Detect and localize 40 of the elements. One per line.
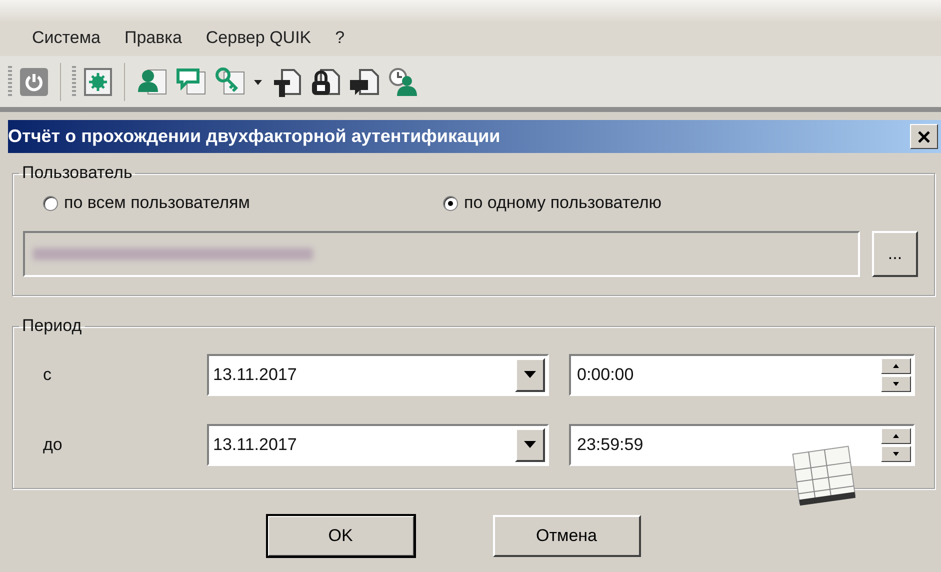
time-field[interactable]: 0:00:00 [569, 354, 915, 396]
key-document-icon[interactable] [214, 66, 246, 98]
time-field[interactable]: 23:59:59 [569, 424, 915, 466]
menu-item[interactable]: ? [323, 24, 357, 52]
dropdown-button[interactable] [515, 358, 545, 392]
power-icon[interactable] [19, 66, 49, 96]
dropdown-button[interactable] [515, 428, 545, 462]
group-title: Пользователь [21, 163, 134, 183]
menu-item[interactable]: Система [20, 24, 112, 52]
dialog-button[interactable]: Отмена [492, 515, 640, 557]
caret-icon [524, 371, 536, 379]
blurred-text-icon [33, 248, 313, 260]
group-title: Период [21, 316, 83, 336]
up-arrow-icon [893, 434, 899, 438]
dialog-button[interactable]: OK [266, 515, 414, 557]
menu-item[interactable]: Правка [112, 24, 194, 52]
clock-user-icon[interactable] [387, 66, 419, 98]
up-arrow-icon [893, 364, 899, 368]
field-label: с [43, 365, 52, 385]
browse-button[interactable]: ... [872, 231, 918, 277]
date-field[interactable]: 13.11.2017 [207, 424, 549, 466]
spin-down-button[interactable] [881, 376, 911, 392]
spin-up-button[interactable] [881, 428, 911, 444]
window-title: Отчёт о прохождении двухфакторной аутентификации [8, 126, 500, 147]
down-arrow-icon [893, 382, 899, 386]
user-field[interactable] [23, 231, 860, 277]
spin-up-button[interactable] [881, 358, 911, 374]
close-button[interactable] [910, 124, 938, 149]
spin-down-button[interactable] [881, 446, 911, 462]
caret-icon [524, 441, 536, 449]
radio-label[interactable]: по всем пользователям [64, 193, 250, 213]
radio-label[interactable]: по одному пользователю [464, 193, 662, 213]
radio-button[interactable] [443, 196, 458, 210]
down-arrow-icon [893, 452, 899, 456]
date-field[interactable]: 13.11.2017 [207, 354, 549, 396]
settings-icon[interactable] [83, 66, 113, 96]
menu-item[interactable]: Сервер QUIK [194, 24, 324, 52]
radio-button[interactable] [43, 196, 58, 210]
field-label: до [43, 435, 64, 455]
close-icon [917, 130, 931, 144]
